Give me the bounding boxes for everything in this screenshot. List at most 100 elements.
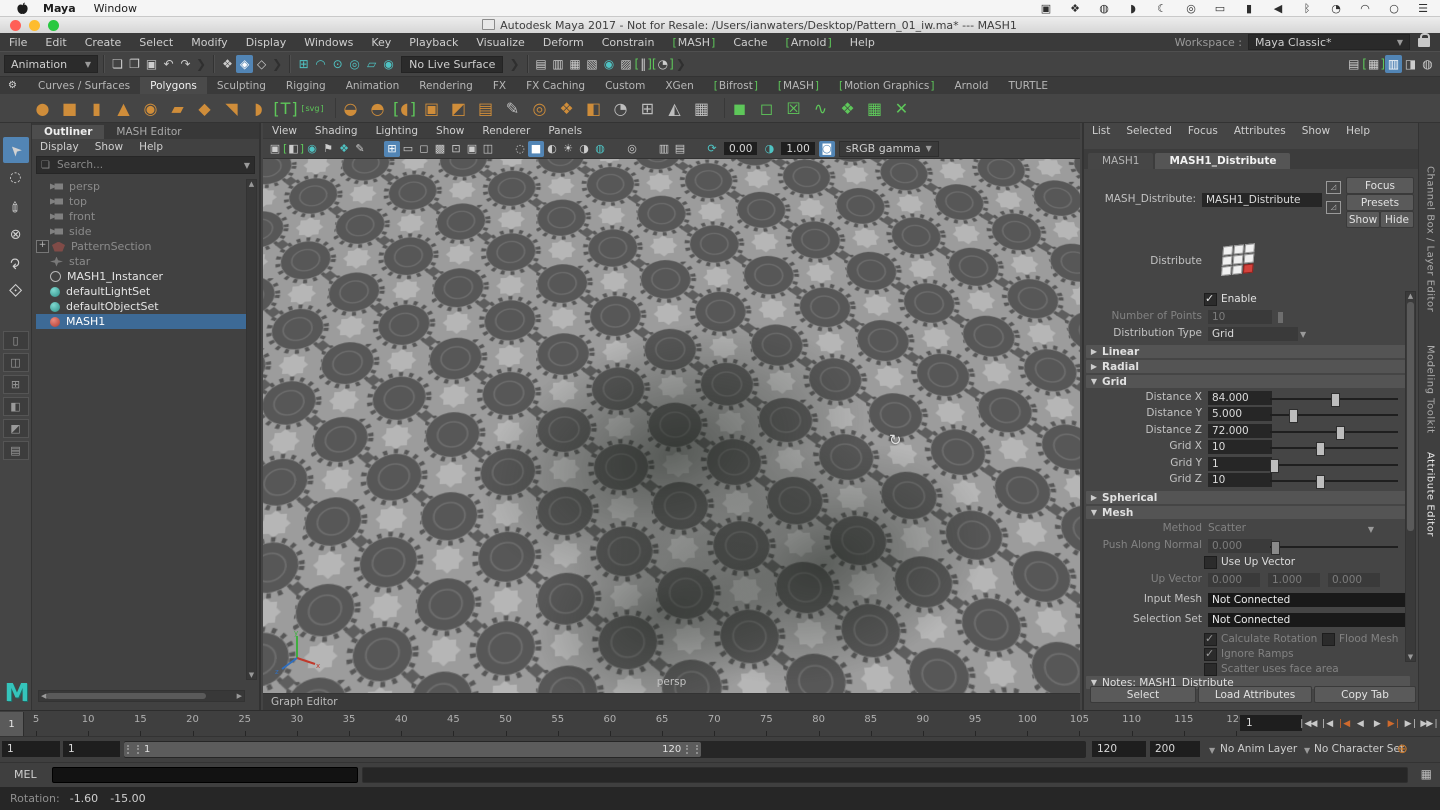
section-grid[interactable]: ▼ Grid (1086, 375, 1410, 388)
shelf-tab[interactable]: FX (483, 80, 516, 92)
close-window-button[interactable] (10, 19, 21, 31)
layout-shortcut-icon[interactable]: ⊞ (2, 375, 29, 394)
range-handle-left[interactable] (127, 745, 139, 754)
tool-icon[interactable]: ➤ (2, 137, 29, 163)
shelf-tab[interactable]: FX Caching (516, 80, 595, 92)
outliner-menu-item[interactable]: Help (131, 141, 171, 153)
viewport-icon[interactable]: ▣ (464, 141, 480, 157)
flood-mesh-checkbox[interactable] (1322, 633, 1335, 646)
viewport-icon[interactable]: ◑ (576, 141, 592, 157)
tab-channel-box[interactable]: Channel Box / Layer Editor (1419, 143, 1440, 335)
viewport-menu-item[interactable]: Renderer (473, 125, 539, 137)
select-button[interactable]: Select (1090, 686, 1196, 703)
tool-icon[interactable]: ⊕ (3, 221, 29, 247)
enable-checkbox[interactable] (1204, 292, 1217, 306)
shelf-icon[interactable]: ◼ (727, 96, 752, 121)
shelf-tab[interactable]: MASH (768, 80, 829, 92)
status-icon[interactable]: ↶ (160, 55, 177, 73)
macos-status-icon[interactable]: ◔ (1329, 2, 1343, 15)
outliner-menu-item[interactable]: Display (32, 141, 87, 153)
outliner-item[interactable]: star (36, 254, 247, 269)
shelf-icon[interactable]: ❖ (835, 96, 860, 121)
playback-button[interactable]: ◀ (1352, 719, 1367, 729)
shelf-icon[interactable] (716, 98, 725, 118)
color-management-icon[interactable]: ◙ (818, 140, 835, 157)
playback-start-field[interactable]: 1 (63, 741, 120, 757)
status-icon[interactable]: ❐ (126, 55, 143, 73)
macos-window-menu[interactable]: Window (94, 2, 137, 15)
tool-icon[interactable]: ◌ (3, 165, 29, 191)
input-mesh-field[interactable]: Not Connected (1208, 593, 1408, 607)
shelf-tab[interactable]: Polygons (140, 77, 207, 94)
playback-button[interactable]: ▶▶❘ (1420, 719, 1439, 729)
shelf-icon[interactable]: ◓ (365, 96, 390, 121)
outliner-item[interactable]: side (36, 224, 247, 239)
shelf-tab[interactable]: Arnold (944, 80, 998, 92)
up-vector-field[interactable]: 0.000 (1328, 573, 1380, 587)
use-up-vector-checkbox[interactable] (1204, 556, 1217, 569)
viewport-icon[interactable]: ❖ (336, 141, 352, 157)
presets-button[interactable]: Presets (1346, 194, 1414, 211)
hide-button[interactable]: Hide (1380, 211, 1414, 228)
time-slider[interactable]: 1 5 10 15 20 25 30 35 40 45 50 55 60 65 70 75 80 85 90 95 1… (0, 710, 1440, 736)
snap-icon[interactable]: ◉ (380, 55, 397, 73)
shelf-tab[interactable]: Animation (336, 80, 410, 92)
push-field[interactable]: 0.000 (1208, 539, 1272, 553)
scatter-face-area-checkbox[interactable] (1204, 663, 1217, 676)
shelf-icon[interactable]: ❖ (554, 96, 579, 121)
playback-button[interactable]: ▶ (1369, 719, 1384, 729)
shelf-icon[interactable]: ∿ (808, 96, 833, 121)
attribute-field[interactable]: 5.000 (1208, 407, 1272, 422)
shelf-icon[interactable]: ▣ (419, 96, 444, 121)
shelf-icon[interactable]: ▦ (689, 96, 714, 121)
shelf-options-icon[interactable]: ⚙ (8, 80, 17, 91)
ignore-ramps-checkbox[interactable] (1204, 647, 1217, 661)
selection-mode-icon[interactable]: ◇ (253, 55, 270, 73)
render-icon[interactable]: ▧ (584, 55, 601, 73)
shelf-icon[interactable]: ✎ (500, 96, 525, 121)
layout-shortcut-icon[interactable]: ▤ (2, 441, 29, 460)
playback-button[interactable]: ❘◀ (1318, 719, 1333, 729)
gamma-icon[interactable]: ◑ (761, 141, 777, 157)
snap-icon[interactable]: ⊞ (295, 55, 312, 73)
attribute-slider[interactable] (1270, 425, 1398, 440)
attribute-editor-menu-item[interactable]: Help (1338, 125, 1378, 137)
macos-status-icon[interactable]: ◍ (1097, 2, 1111, 15)
viewport-icon[interactable] (688, 141, 704, 157)
up-vector-field[interactable]: 1.000 (1268, 573, 1320, 587)
attribute-editor-menu-item[interactable]: Show (1294, 125, 1338, 137)
render-icon[interactable]: ▨ (618, 55, 635, 73)
shelf-icon[interactable]: ◭ (662, 96, 687, 121)
chevron-down-icon[interactable]: ▼ (244, 161, 250, 170)
copy-tab-button[interactable]: Copy Tab (1314, 686, 1416, 703)
render-icon[interactable]: ◉ (601, 55, 618, 73)
viewport-menu-item[interactable]: Show (427, 125, 473, 137)
range-slider-bar[interactable]: 1 120 (124, 742, 702, 757)
viewport-icon[interactable]: ◻ (416, 141, 432, 157)
shelf-icon[interactable]: ◥ (219, 96, 244, 121)
method-select[interactable]: Scatter (1208, 522, 1246, 534)
section-mesh[interactable]: ▼ Mesh (1086, 506, 1410, 519)
tool-icon[interactable]: ⊡ (3, 277, 29, 303)
tab-modeling-toolkit[interactable]: Modeling Toolkit (1419, 338, 1440, 440)
attribute-field[interactable]: 10 (1208, 440, 1272, 455)
playback-button[interactable]: ▶❘ (1403, 719, 1418, 729)
outliner-horizontal-scrollbar[interactable]: ◀ ▶ (38, 690, 245, 702)
shelf-icon[interactable]: ◩ (446, 96, 471, 121)
sidebar-toggle-icon[interactable]: ▥ (1385, 55, 1402, 73)
viewport-icon[interactable] (608, 141, 624, 157)
viewport-icon[interactable]: ✎ (352, 141, 368, 157)
shelf-icon[interactable]: ▮ (84, 96, 109, 121)
menu-item[interactable]: Visualize (467, 36, 533, 49)
shelf-icon[interactable]: ◖ (392, 96, 417, 121)
attribute-editor-scrollbar[interactable]: ▲ ▼ (1405, 291, 1416, 662)
sidebar-toggle-icon[interactable]: ◨ (1402, 55, 1419, 73)
viewport-icon[interactable]: ◎ (624, 141, 640, 157)
attribute-field[interactable]: 84.000 (1208, 391, 1272, 405)
menu-set-select[interactable]: Animation ▼ (4, 55, 98, 73)
viewport-icon[interactable]: ◌ (512, 141, 528, 157)
exposure-field[interactable]: 0.00 (724, 142, 758, 155)
menu-item[interactable]: Deform (534, 36, 593, 49)
outliner-item[interactable]: top (36, 194, 247, 209)
shelf-icon[interactable]: ▤ (473, 96, 498, 121)
